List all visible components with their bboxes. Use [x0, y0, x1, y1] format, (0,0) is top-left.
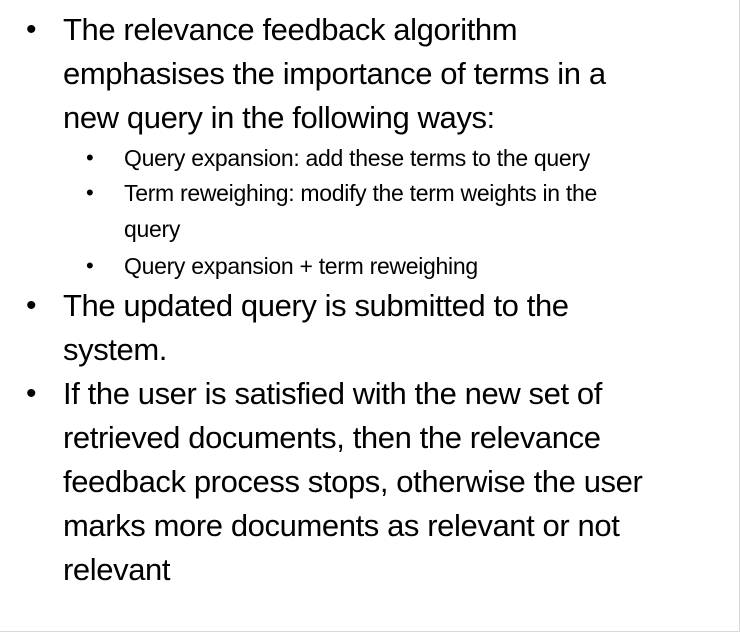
bullet-marker: •: [26, 377, 37, 410]
sub-bullet-marker: •: [86, 145, 94, 170]
bullet-text-line: marks more documents as relevant or not: [63, 508, 620, 543]
bullet-text-line: retrieved documents, then the relevance: [63, 420, 601, 455]
bullet-text-line: The relevance feedback algorithm: [63, 12, 518, 47]
bullet-text-line: relevant: [63, 552, 171, 587]
bullet-text-line: If the user is satisfied with the new se…: [63, 376, 602, 411]
bullet-marker: •: [26, 13, 37, 46]
bullet-text-line: emphasises the importance of terms in a: [63, 56, 606, 91]
sub-bullet-text-line: Query expansion: add these terms to the …: [124, 145, 590, 171]
sub-bullet-marker: •: [86, 180, 94, 205]
sub-bullet-text-line: Query expansion + term reweighing: [124, 253, 478, 279]
sub-bullet-marker: •: [86, 253, 94, 278]
bullet-text-line: The updated query is submitted to the: [63, 288, 569, 323]
slide: • The relevance feedback algorithm empha…: [0, 0, 740, 632]
sub-bullet-text-line: Term reweighing: modify the term weights…: [124, 180, 597, 206]
sub-bullet-text-line: query: [124, 216, 181, 242]
bullet-text-line: feedback process stops, otherwise the us…: [63, 464, 643, 499]
bullet-text-line: new query in the following ways:: [63, 100, 495, 135]
bullet-text-line: system.: [63, 332, 167, 367]
bullet-marker: •: [26, 289, 37, 322]
